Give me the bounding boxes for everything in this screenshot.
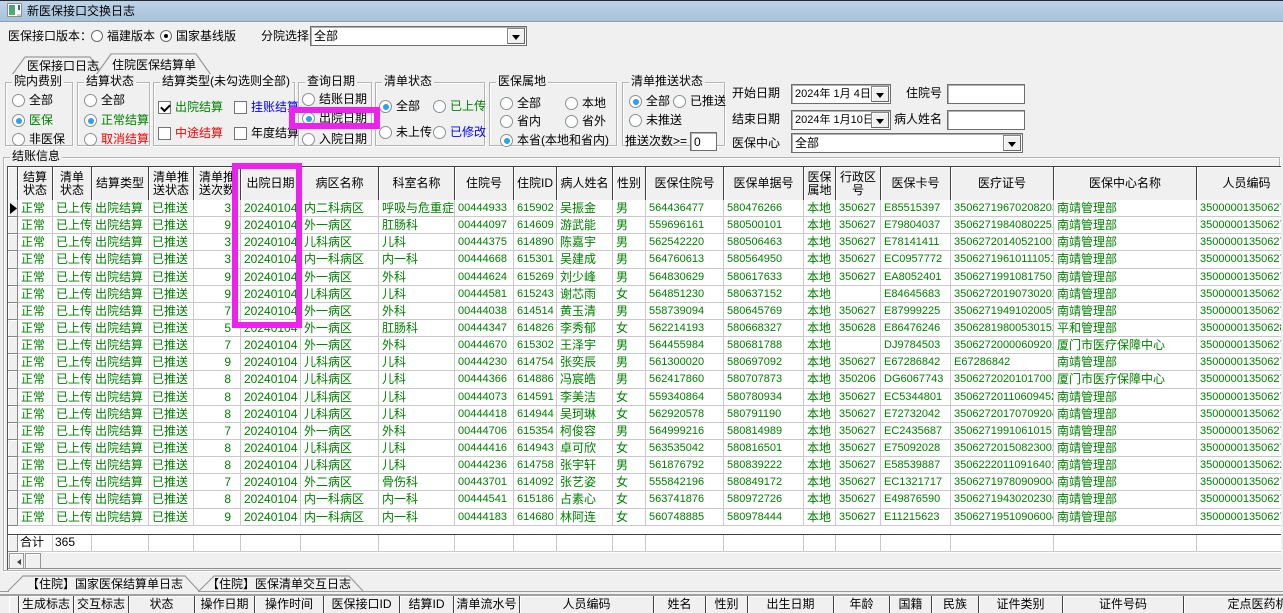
svg-text:住院医保结算单: 住院医保结算单: [112, 57, 196, 72]
svg-text:医保接口日志: 医保接口日志: [27, 58, 99, 73]
svg-text:【住院】国家医保结算单日志: 【住院】国家医保结算单日志: [27, 576, 183, 591]
svg-text:【住院】医保清单交互日志: 【住院】医保清单交互日志: [207, 576, 351, 591]
